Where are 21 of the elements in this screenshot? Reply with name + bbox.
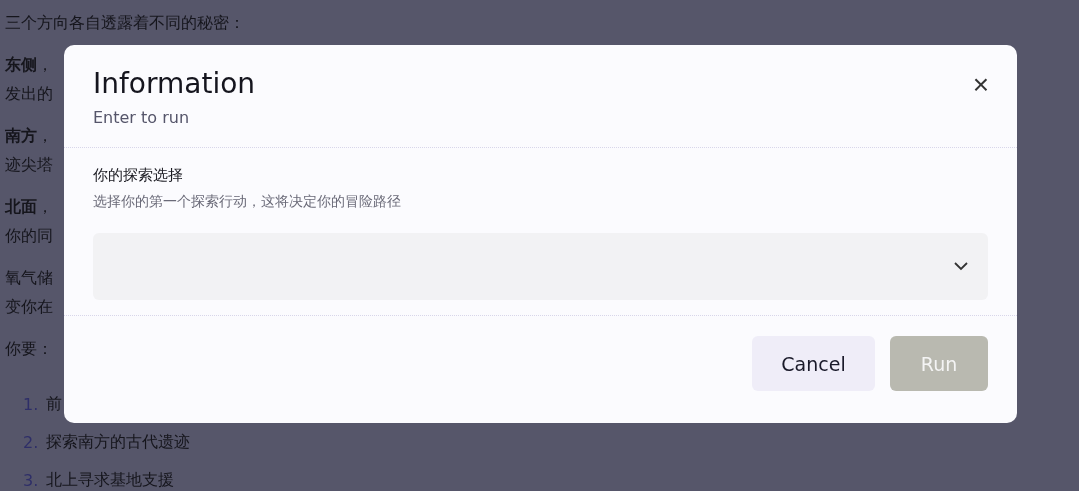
dialog-title: Information	[93, 67, 256, 101]
body-text: 东侧，	[5, 54, 53, 76]
chevron-down-icon	[954, 262, 968, 271]
select-field[interactable]	[93, 233, 988, 300]
body-text: 迹尖塔	[5, 154, 53, 176]
body-text: 北面，	[5, 196, 53, 218]
body-text: 你的同	[5, 225, 53, 247]
close-button[interactable]: ×	[972, 71, 989, 99]
body-text: 氧气储	[5, 267, 53, 289]
dialog-subtitle: Enter to run	[93, 108, 191, 127]
list-item-text: 前	[46, 393, 63, 415]
field-description: 选择你的第一个探索行动，这将决定你的冒险路径	[93, 193, 402, 211]
body-text: 发出的	[5, 83, 53, 105]
list-item-text: 北上寻求基地支援	[46, 469, 175, 491]
list-item-text: 探索南方的古代遗迹	[46, 431, 191, 453]
field-label: 你的探索选择	[93, 166, 184, 185]
body-text: 变你在	[5, 296, 53, 318]
body-text: 你要：	[5, 338, 53, 360]
body-text: 南方，	[5, 125, 53, 147]
body-text: 三个方向各自透露着不同的秘密：	[5, 12, 245, 34]
cancel-button[interactable]: Cancel	[752, 336, 875, 391]
